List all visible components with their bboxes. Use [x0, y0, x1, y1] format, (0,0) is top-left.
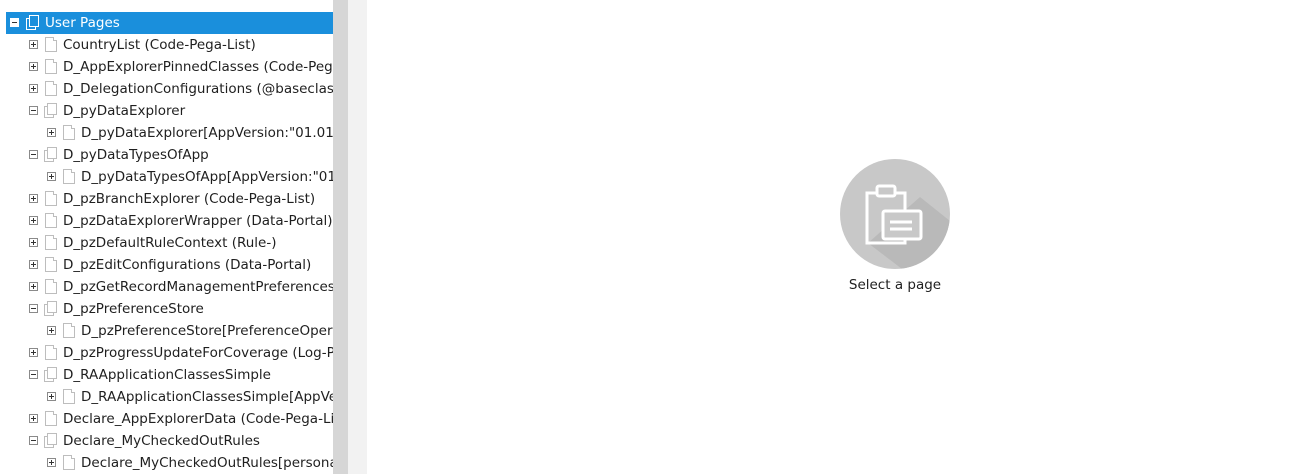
collapse-icon[interactable]: [10, 18, 19, 27]
tree-item[interactable]: Declare_MyCheckedOutRules: [0, 430, 333, 452]
tree-item[interactable]: D_pyDataTypesOfApp[AppVersion:"01.: [0, 166, 333, 188]
tree-item-label: D_pzPreferenceStore[PreferenceOpera: [81, 323, 333, 339]
expand-icon[interactable]: [47, 326, 56, 335]
page-icon: [63, 125, 75, 140]
tree-item[interactable]: D_pzDefaultRuleContext (Rule-): [0, 232, 333, 254]
tree-item-label: D_pyDataTypesOfApp[AppVersion:"01.: [81, 169, 333, 185]
expand-icon[interactable]: [29, 194, 38, 203]
expand-icon[interactable]: [29, 238, 38, 247]
tree-item-label: D_pzBranchExplorer (Code-Pega-List): [63, 191, 316, 207]
tree-item[interactable]: D_pzPreferenceStore: [0, 298, 333, 320]
tree-item[interactable]: D_RAApplicationClassesSimple: [0, 364, 333, 386]
tree-item[interactable]: D_RAApplicationClassesSimple[AppVer: [0, 386, 333, 408]
tree-item-label: D_DelegationConfigurations (@baseclass): [63, 81, 333, 97]
expand-icon[interactable]: [47, 172, 56, 181]
clipboard-tree: User Pages CountryList (Code-Pega-List) D…: [0, 0, 333, 474]
expand-icon[interactable]: [29, 414, 38, 423]
expand-icon[interactable]: [29, 62, 38, 71]
page-icon: [45, 59, 57, 74]
page-icon: [45, 411, 57, 426]
tree-item-label: D_pzProgressUpdateForCoverage (Log-Pr: [63, 345, 333, 361]
clipboard-icon: [840, 159, 950, 269]
page-icon: [45, 235, 57, 250]
collapse-icon[interactable]: [29, 370, 38, 379]
tree-item[interactable]: D_pzBranchExplorer (Code-Pega-List): [0, 188, 333, 210]
page-group-icon: [26, 15, 39, 30]
tree-item[interactable]: D_pzProgressUpdateForCoverage (Log-Pr: [0, 342, 333, 364]
tree-item[interactable]: Declare_MyCheckedOutRules[personal: [0, 452, 333, 474]
page-icon: [45, 279, 57, 294]
tree-item[interactable]: D_AppExplorerPinnedClasses (Code-Pega-: [0, 56, 333, 78]
tree-item[interactable]: D_pyDataTypesOfApp: [0, 144, 333, 166]
page-list-icon: [44, 103, 57, 118]
expand-icon[interactable]: [47, 128, 56, 137]
page-list-icon: [44, 367, 57, 382]
tree-item[interactable]: Declare_AppExplorerData (Code-Pega-List: [0, 408, 333, 430]
tree-item[interactable]: D_pzPreferenceStore[PreferenceOpera: [0, 320, 333, 342]
empty-state: Select a page: [840, 159, 950, 293]
tree-item[interactable]: D_pzDataExplorerWrapper (Data-Portal): [0, 210, 333, 232]
pane-splitter[interactable]: [333, 0, 348, 474]
tree-item[interactable]: CountryList (Code-Pega-List): [0, 34, 333, 56]
expand-icon[interactable]: [47, 458, 56, 467]
page-icon: [63, 455, 75, 470]
tree-item-label: CountryList (Code-Pega-List): [63, 37, 256, 53]
page-icon: [45, 81, 57, 96]
expand-icon[interactable]: [29, 260, 38, 269]
pane-gutter: [348, 0, 367, 474]
tree-item-label: D_pyDataExplorer: [63, 103, 186, 119]
collapse-icon[interactable]: [29, 150, 38, 159]
tree-item-label: D_RAApplicationClassesSimple[AppVer: [81, 389, 333, 405]
tree-item-label: D_pzDataExplorerWrapper (Data-Portal): [63, 213, 333, 229]
page-list-icon: [44, 147, 57, 162]
page-icon: [63, 323, 75, 338]
page-icon: [45, 345, 57, 360]
tree-item[interactable]: D_pyDataExplorer: [0, 100, 333, 122]
page-icon: [45, 257, 57, 272]
page-icon: [45, 213, 57, 228]
page-list-icon: [44, 301, 57, 316]
tree-item-label: D_pzGetRecordManagementPreferences (: [63, 279, 333, 295]
tree-item[interactable]: D_pzGetRecordManagementPreferences (: [0, 276, 333, 298]
tree-item-label: D_pzEditConfigurations (Data-Portal): [63, 257, 312, 273]
tree-item-label: Declare_AppExplorerData (Code-Pega-List: [63, 411, 333, 427]
tree-item-label: D_pyDataExplorer[AppVersion:"01.01.0: [81, 125, 333, 141]
tree-item-label: D_pyDataTypesOfApp: [63, 147, 209, 163]
expand-icon[interactable]: [47, 392, 56, 401]
tree-root-label: User Pages: [45, 15, 120, 31]
expand-icon[interactable]: [29, 84, 38, 93]
page-detail-pane: Select a page: [367, 0, 1293, 474]
expand-icon[interactable]: [29, 348, 38, 357]
page-icon: [63, 169, 75, 184]
empty-state-message: Select a page: [848, 277, 942, 293]
page-list-icon: [44, 433, 57, 448]
page-icon: [45, 191, 57, 206]
expand-icon[interactable]: [29, 216, 38, 225]
collapse-icon[interactable]: [29, 436, 38, 445]
expand-icon[interactable]: [29, 40, 38, 49]
tree-item-label: D_RAApplicationClassesSimple: [63, 367, 271, 383]
tree-item-label: Declare_MyCheckedOutRules: [63, 433, 260, 449]
tree-item-label: Declare_MyCheckedOutRules[personal: [81, 455, 333, 471]
tree-item-label: D_pzPreferenceStore: [63, 301, 204, 317]
tree-item[interactable]: D_pzEditConfigurations (Data-Portal): [0, 254, 333, 276]
tree-item-label: D_AppExplorerPinnedClasses (Code-Pega-: [63, 59, 333, 75]
expand-icon[interactable]: [29, 282, 38, 291]
tree-item-label: D_pzDefaultRuleContext (Rule-): [63, 235, 277, 251]
collapse-icon[interactable]: [29, 106, 38, 115]
tree-item[interactable]: D_pyDataExplorer[AppVersion:"01.01.0: [0, 122, 333, 144]
tree-item[interactable]: D_DelegationConfigurations (@baseclass): [0, 78, 333, 100]
page-icon: [45, 37, 57, 52]
tree-root-user-pages[interactable]: User Pages: [6, 12, 333, 34]
page-icon: [63, 389, 75, 404]
collapse-icon[interactable]: [29, 304, 38, 313]
